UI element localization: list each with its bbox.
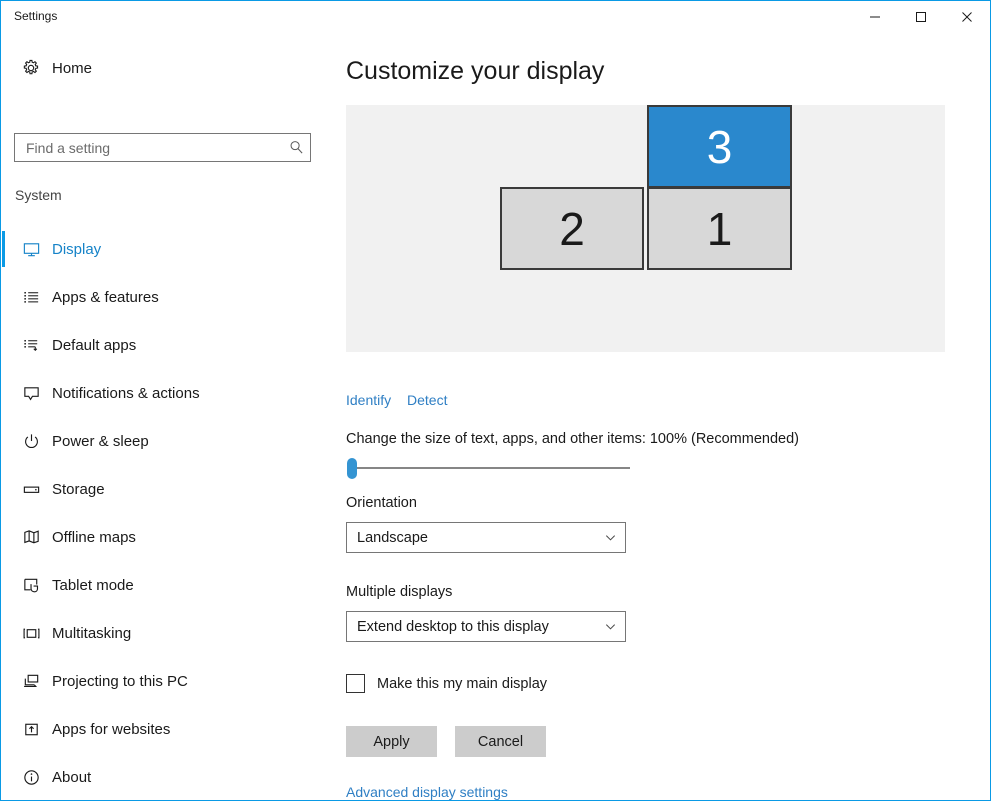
monitor-number: 2 bbox=[559, 202, 585, 255]
info-icon bbox=[14, 768, 48, 787]
identify-link[interactable]: Identify bbox=[346, 392, 391, 408]
sidebar-home-label: Home bbox=[52, 59, 93, 77]
orientation-label: Orientation bbox=[346, 495, 417, 511]
minimize-icon bbox=[870, 16, 880, 17]
drive-icon bbox=[14, 480, 48, 499]
main-content: Customize your display 3 2 1 Identify De… bbox=[332, 32, 990, 800]
search-box[interactable] bbox=[14, 133, 311, 162]
orientation-value: Landscape bbox=[357, 529, 428, 546]
app-link-icon bbox=[14, 720, 48, 739]
multiple-displays-value: Extend desktop to this display bbox=[357, 618, 549, 635]
slider-thumb[interactable] bbox=[347, 458, 357, 479]
sidebar-item-label: Default apps bbox=[52, 336, 137, 354]
monitor-tile-3[interactable]: 3 bbox=[647, 105, 792, 188]
minimize-button[interactable] bbox=[852, 1, 898, 32]
sidebar-item-home[interactable]: Home bbox=[2, 49, 324, 87]
maximize-button[interactable] bbox=[898, 1, 944, 32]
power-icon bbox=[14, 432, 48, 451]
sidebar-item-label: About bbox=[52, 768, 92, 786]
sidebar-item-display[interactable]: Display bbox=[2, 225, 324, 273]
close-button[interactable] bbox=[944, 1, 990, 32]
sidebar-item-label: Multitasking bbox=[52, 624, 132, 642]
monitor-number: 1 bbox=[706, 202, 733, 255]
sidebar-nav-list: Display Apps & features Default apps Not… bbox=[2, 225, 324, 800]
multitask-icon bbox=[14, 624, 48, 643]
gear-icon bbox=[14, 59, 48, 77]
scaling-label: Change the size of text, apps, and other… bbox=[346, 431, 799, 447]
window-title: Settings bbox=[14, 9, 58, 23]
apply-button[interactable]: Apply bbox=[346, 726, 437, 757]
title-bar: Settings bbox=[1, 1, 990, 32]
sidebar-item-label: Storage bbox=[52, 480, 105, 498]
sidebar-item-notifications[interactable]: Notifications & actions bbox=[2, 369, 324, 417]
sidebar-item-projecting[interactable]: Projecting to this PC bbox=[2, 657, 324, 705]
sidebar-item-label: Power & sleep bbox=[52, 432, 149, 450]
multiple-displays-label: Multiple displays bbox=[346, 584, 453, 600]
monitor-tile-1[interactable]: 1 bbox=[647, 187, 792, 270]
sidebar-item-label: Notifications & actions bbox=[52, 384, 200, 402]
tablet-touch-icon bbox=[14, 576, 48, 595]
chevron-down-icon bbox=[595, 620, 625, 633]
cancel-button[interactable]: Cancel bbox=[455, 726, 546, 757]
main-display-checkbox-label: Make this my main display bbox=[377, 675, 548, 692]
sidebar-item-about[interactable]: About bbox=[2, 753, 324, 800]
page-title: Customize your display bbox=[346, 57, 605, 85]
sidebar-item-apps-features[interactable]: Apps & features bbox=[2, 273, 324, 321]
main-display-checkbox[interactable] bbox=[346, 674, 365, 693]
sidebar-item-apps-for-websites[interactable]: Apps for websites bbox=[2, 705, 324, 753]
monitor-icon bbox=[14, 240, 48, 259]
sidebar-item-label: Display bbox=[52, 240, 102, 258]
sidebar-item-tablet-mode[interactable]: Tablet mode bbox=[2, 561, 324, 609]
map-icon bbox=[14, 528, 48, 547]
sidebar-item-label: Apps & features bbox=[52, 288, 159, 306]
speech-bubble-icon bbox=[14, 384, 48, 403]
sidebar: Home System bbox=[2, 32, 332, 800]
search-icon[interactable] bbox=[282, 140, 310, 155]
multiple-displays-dropdown[interactable]: Extend desktop to this display bbox=[346, 611, 626, 642]
settings-window: Settings Home Find a setting System Disp… bbox=[0, 0, 991, 801]
list-arrow-icon bbox=[14, 336, 48, 355]
sidebar-section-title: System bbox=[15, 187, 62, 203]
project-screen-icon bbox=[14, 672, 48, 691]
search-input[interactable] bbox=[24, 134, 282, 161]
orientation-dropdown[interactable]: Landscape bbox=[346, 522, 626, 553]
detect-link[interactable]: Detect bbox=[407, 392, 447, 408]
sidebar-item-label: Projecting to this PC bbox=[52, 672, 188, 690]
sidebar-item-label: Offline maps bbox=[52, 528, 136, 546]
maximize-icon bbox=[916, 11, 926, 22]
scaling-slider[interactable] bbox=[346, 456, 630, 480]
sidebar-item-label: Apps for websites bbox=[52, 720, 171, 738]
sidebar-item-label: Tablet mode bbox=[52, 576, 134, 594]
sidebar-item-default-apps[interactable]: Default apps bbox=[2, 321, 324, 369]
chevron-down-icon bbox=[595, 531, 625, 544]
monitor-number: 3 bbox=[706, 120, 733, 173]
sidebar-item-power-sleep[interactable]: Power & sleep bbox=[2, 417, 324, 465]
close-icon bbox=[962, 11, 972, 22]
list-icon bbox=[14, 288, 48, 307]
sidebar-item-multitasking[interactable]: Multitasking bbox=[2, 609, 324, 657]
main-display-checkbox-row[interactable]: Make this my main display bbox=[346, 674, 547, 693]
sidebar-item-offline-maps[interactable]: Offline maps bbox=[2, 513, 324, 561]
display-arrangement-preview[interactable]: 3 2 1 bbox=[346, 105, 945, 352]
slider-track bbox=[354, 467, 630, 469]
advanced-display-settings-link[interactable]: Advanced display settings bbox=[346, 784, 508, 800]
sidebar-item-storage[interactable]: Storage bbox=[2, 465, 324, 513]
monitor-tile-2[interactable]: 2 bbox=[500, 187, 644, 270]
